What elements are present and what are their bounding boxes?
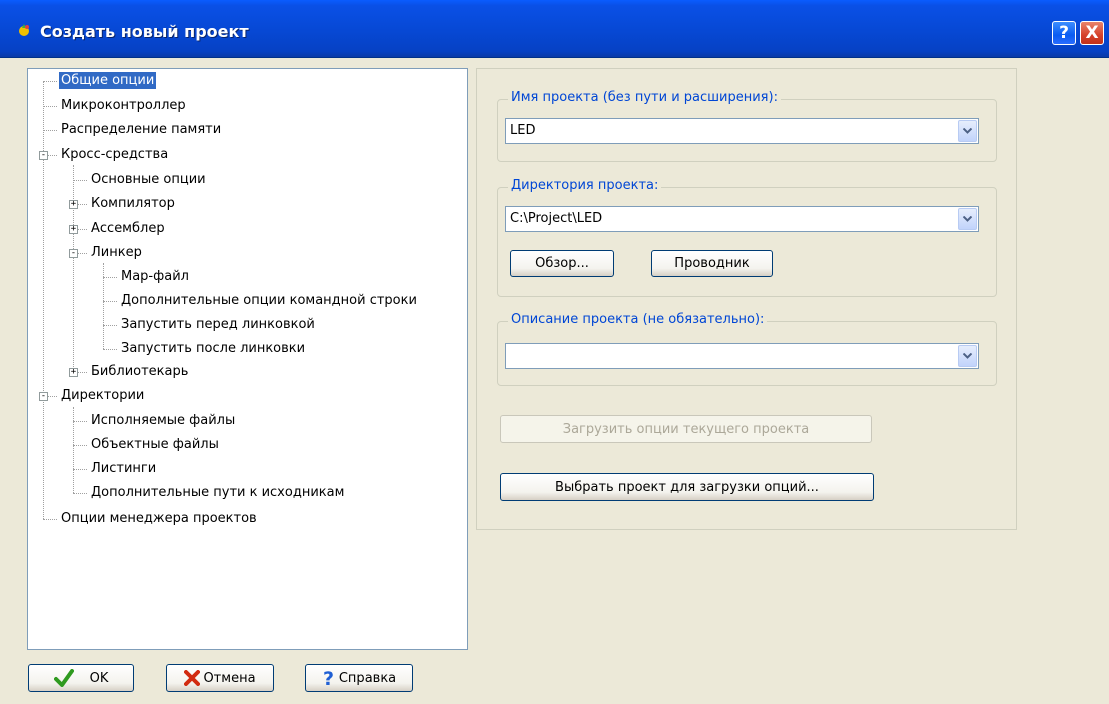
help-button[interactable]: ? Справка — [305, 664, 413, 692]
help-label: Справка — [338, 670, 397, 686]
ok-button[interactable]: OK — [28, 664, 134, 692]
collapse-icon[interactable]: - — [69, 249, 78, 258]
cancel-label: Отмена — [203, 670, 256, 686]
tree-item-project-manager-options[interactable]: Опции менеджера проектов — [61, 509, 257, 529]
tree-item-extra-source-paths[interactable]: Дополнительные пути к исходникам — [91, 483, 344, 503]
project-desc-group: Описание проекта (не обязательно): — [497, 312, 997, 386]
close-button[interactable]: X — [1080, 21, 1104, 45]
project-dir-combo[interactable]: C:\Project\LED — [505, 206, 979, 232]
tree-item-directories[interactable]: Директории — [61, 386, 144, 406]
choose-project-button[interactable]: Выбрать проект для загрузки опций... — [500, 473, 874, 501]
expand-icon[interactable]: + — [69, 225, 78, 234]
checkmark-icon — [53, 669, 74, 687]
cancel-button[interactable]: Отмена — [166, 664, 274, 692]
tree-item-basic-options[interactable]: Основные опции — [91, 170, 206, 190]
options-tree[interactable]: Общие опции Микроконтроллер Распределени… — [27, 68, 468, 650]
tree-item-linker[interactable]: Линкер — [91, 243, 142, 263]
expand-icon[interactable]: + — [69, 200, 78, 209]
tree-item-map-file[interactable]: Map-файл — [121, 267, 189, 287]
collapse-icon[interactable]: - — [39, 392, 48, 401]
tree-item-compiler[interactable]: Компилятор — [91, 194, 175, 214]
ok-label: OK — [89, 670, 109, 686]
tree-item-memory[interactable]: Распределение памяти — [61, 120, 221, 140]
expand-icon[interactable]: + — [69, 368, 78, 377]
project-name-group: Имя проекта (без пути и расширения): LED — [497, 90, 997, 162]
project-name-combo[interactable]: LED — [505, 118, 979, 144]
window-title: Создать новый проект — [40, 22, 249, 41]
general-options-panel: Имя проекта (без пути и расширения): LED… — [476, 68, 1017, 530]
project-desc-combo[interactable] — [505, 343, 979, 369]
svg-text:?: ? — [323, 669, 334, 687]
tree-item-microcontroller[interactable]: Микроконтроллер — [61, 96, 186, 116]
tree-item-object-files[interactable]: Объектные файлы — [91, 435, 219, 455]
tree-item-run-before-link[interactable]: Запустить перед линковкой — [121, 315, 315, 335]
tree-item-listings[interactable]: Листинги — [91, 459, 156, 479]
load-current-options-button[interactable]: Загрузить опции текущего проекта — [500, 415, 872, 443]
project-name-label: Имя проекта (без пути и расширения): — [508, 90, 781, 105]
project-name-value: LED — [510, 123, 536, 138]
collapse-icon[interactable]: - — [39, 151, 48, 160]
cross-icon — [184, 670, 201, 686]
app-icon — [19, 24, 29, 36]
tree-item-librarian[interactable]: Библиотекарь — [91, 362, 188, 382]
chevron-down-icon[interactable] — [958, 345, 977, 367]
tree-item-extra-cmdline[interactable]: Дополнительные опции командной строки — [121, 291, 417, 311]
tree-item-assembler[interactable]: Ассемблер — [91, 219, 165, 239]
project-desc-label: Описание проекта (не обязательно): — [508, 312, 768, 327]
question-mark-icon: ? — [322, 669, 336, 687]
chevron-down-icon[interactable] — [958, 208, 977, 230]
explorer-button[interactable]: Проводник — [651, 250, 773, 277]
tree-item-run-after-link[interactable]: Запустить после линковки — [121, 339, 305, 359]
help-title-button[interactable]: ? — [1052, 21, 1076, 45]
title-bar: Создать новый проект ? X — [0, 0, 1109, 58]
project-dir-value: C:\Project\LED — [510, 211, 603, 226]
tree-item-general[interactable]: Общие опции — [59, 71, 157, 91]
tree-item-executables[interactable]: Исполняемые файлы — [91, 411, 235, 431]
project-dir-label: Директория проекта: — [508, 178, 662, 193]
chevron-down-icon[interactable] — [958, 120, 977, 142]
project-dir-group: Директория проекта: C:\Project\LED Обзор… — [497, 178, 997, 297]
browse-button[interactable]: Обзор... — [510, 250, 614, 277]
tree-item-cross-tools[interactable]: Кросс-средства — [61, 145, 168, 165]
